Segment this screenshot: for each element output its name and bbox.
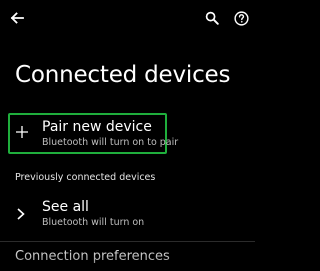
previously-connected-header: Previously connected devices xyxy=(15,172,156,183)
help-icon xyxy=(233,10,249,26)
search-button[interactable] xyxy=(200,6,224,30)
help-button[interactable] xyxy=(229,6,253,30)
page-title: Connected devices xyxy=(15,62,231,88)
chevron-right-icon xyxy=(17,208,25,220)
connection-preferences-item[interactable]: Connection preferences xyxy=(15,249,170,264)
pair-new-device-subtitle: Bluetooth will turn on to pair xyxy=(42,137,179,148)
top-app-bar xyxy=(0,0,255,36)
pair-new-device-title: Pair new device xyxy=(42,119,152,135)
arrow-back-icon xyxy=(10,12,24,24)
plus-icon xyxy=(16,126,28,138)
search-icon xyxy=(205,11,219,25)
see-all-subtitle: Bluetooth will turn on xyxy=(42,217,145,228)
divider xyxy=(0,241,255,242)
see-all-item[interactable]: See all Bluetooth will turn on xyxy=(0,196,255,232)
back-button[interactable] xyxy=(5,6,29,30)
pair-new-device-item[interactable]: Pair new device Bluetooth will turn on t… xyxy=(8,113,178,154)
see-all-title: See all xyxy=(42,199,89,215)
